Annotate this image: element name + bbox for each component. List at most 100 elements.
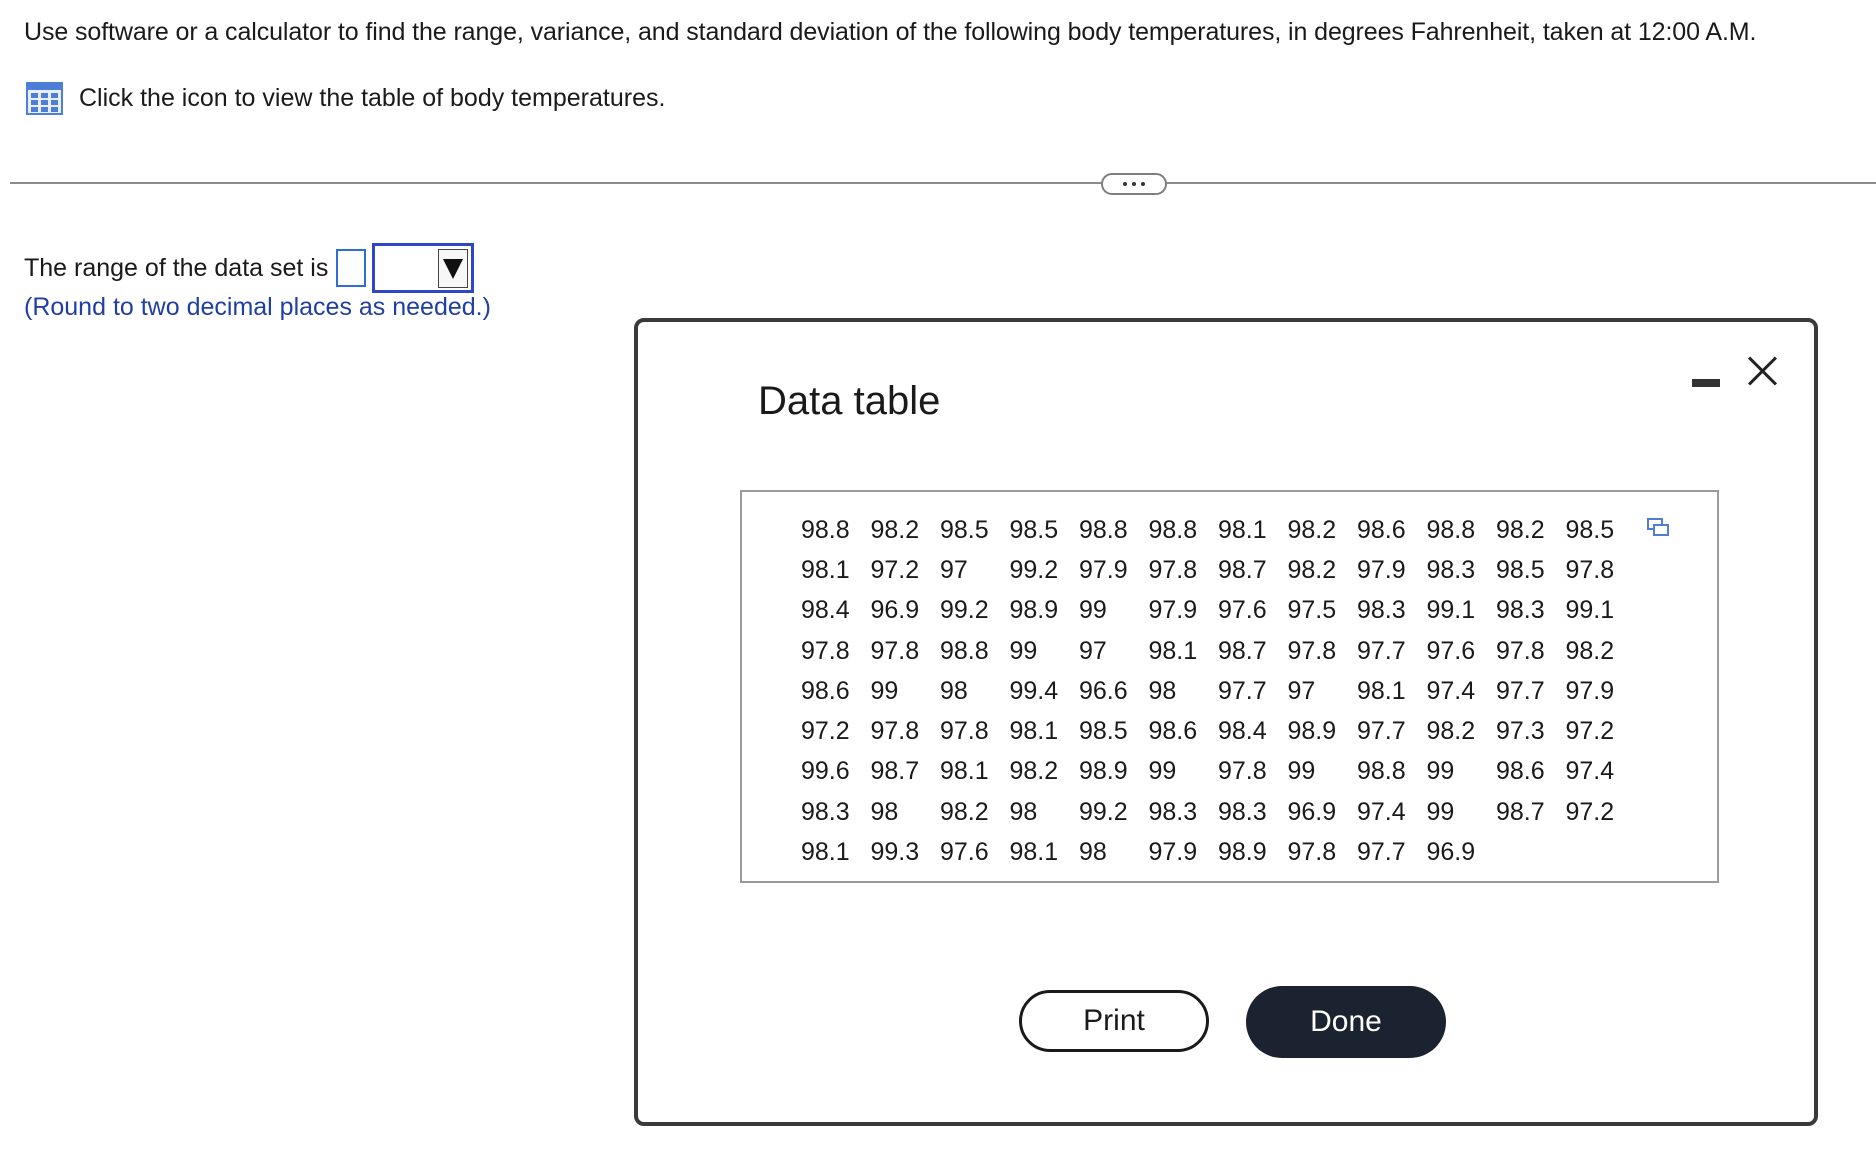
table-cell: 97.7 [1357, 717, 1406, 746]
table-cell: 98.3 [1218, 797, 1267, 826]
table-cell: 98.9 [1218, 838, 1267, 867]
unit-dropdown[interactable] [372, 243, 475, 293]
table-cell: 98.2 [1009, 757, 1059, 786]
table-cell: 98.2 [1565, 636, 1615, 665]
table-cell: 96.6 [1079, 676, 1128, 705]
copy-icon[interactable] [1646, 516, 1670, 540]
table-cell: 97 [1287, 676, 1316, 705]
table-cell: 97.2 [1565, 797, 1615, 826]
table-cell: 98.6 [801, 676, 850, 705]
table-cell: 97.2 [801, 717, 850, 746]
table-cell: 97.8 [1148, 555, 1198, 584]
ellipsis-icon [1123, 182, 1127, 186]
table-cell: 98.2 [1287, 515, 1337, 544]
table-cell: 98.2 [1496, 515, 1545, 544]
table-cell: 97.8 [870, 636, 920, 665]
table-cell: 98.8 [940, 636, 989, 665]
ellipsis-dot [1132, 182, 1136, 186]
table-cell: 99 [1079, 596, 1107, 625]
table-cell: 98.8 [1148, 515, 1198, 544]
table-cell: 98.5 [1565, 515, 1615, 544]
table-cell: 97.4 [1565, 757, 1615, 786]
grid-table-icon[interactable] [26, 82, 63, 115]
close-icon[interactable] [1744, 352, 1780, 388]
table-cell: 98.2 [940, 797, 989, 826]
table-cell: 98.6 [1148, 717, 1198, 746]
table-cell: 98 [1148, 676, 1177, 705]
table-cell: 99 [1148, 757, 1177, 786]
table-cell: 98.2 [1287, 555, 1337, 584]
table-cell: 97.6 [1218, 596, 1267, 625]
table-row: 99.6 98.7 98.1 98.2 98.9 99 97.8 99 98.8 99 98.6 97… [801, 752, 1635, 792]
table-cell: 97.8 [1496, 636, 1545, 665]
table-cell: 99 [1426, 757, 1455, 786]
table-cell: 99.1 [1565, 596, 1615, 625]
table-cell: 97.7 [1357, 838, 1406, 867]
table-row: 98.1 99.3 97.6 98.1 98 97.9 98.9 97.8 97.7 96.9 [801, 832, 1635, 872]
table-cell: 97.6 [940, 838, 989, 867]
table-cell: 98.1 [1009, 717, 1059, 746]
table-cell: 98.9 [1079, 757, 1128, 786]
table-cell: 97.3 [1496, 717, 1545, 746]
table-cell: 99.2 [1009, 555, 1059, 584]
table-cell: 98.7 [1218, 636, 1267, 665]
table-cell: 97.9 [1565, 676, 1615, 705]
table-cell: 98.9 [1287, 717, 1337, 746]
table-cell: 98.3 [1357, 596, 1406, 625]
table-cell: 98 [1079, 838, 1107, 867]
table-cell: 97.6 [1426, 636, 1476, 665]
section-divider [10, 182, 1876, 184]
table-cell: 98.7 [1218, 555, 1267, 584]
table-cell: 99.3 [870, 838, 920, 867]
table-cell: 97 [940, 555, 968, 584]
table-cell: 97.7 [1218, 676, 1267, 705]
table-cell: 98.9 [1009, 596, 1059, 625]
table-row: 97.8 97.8 98.8 99 97 98.1 98.7 97.8 97.7 97.6 97.8… [801, 631, 1635, 671]
table-cell: 98.5 [1079, 717, 1128, 746]
data-table-dialog: Data table 98.8 98.2 98.5 98.5 98.8 98.8 98.1 9… [634, 318, 1818, 1126]
table-cell: 98.3 [801, 797, 850, 826]
range-input[interactable] [336, 249, 367, 287]
table-cell: 98.8 [1079, 515, 1128, 544]
table-cell: 97.5 [1287, 596, 1337, 625]
table-cell: 98 [940, 676, 968, 705]
table-cell: 99 [1287, 757, 1316, 786]
table-row: 97.2 97.8 97.8 98.1 98.5 98.6 98.4 98.9 97.7 98.2… [801, 711, 1635, 751]
table-cell: 98.3 [1496, 596, 1545, 625]
table-cell: 98.8 [801, 515, 850, 544]
table-row: 98.4 96.9 99.2 98.9 99 97.9 97.6 97.5 98.3 99.1 98… [801, 591, 1635, 631]
range-answer-row: The range of the data set is [24, 243, 475, 293]
print-button[interactable]: Print [1019, 990, 1209, 1052]
range-label: The range of the data set is [24, 253, 329, 282]
round-note: (Round to two decimal places as needed.) [24, 293, 491, 321]
table-cell: 97.7 [1496, 676, 1545, 705]
table-cell: 98.1 [1218, 515, 1267, 544]
table-cell: 97.2 [870, 555, 920, 584]
temperature-table: 98.8 98.2 98.5 98.5 98.8 98.8 98.1 98.2 98.6 98.8… [801, 510, 1635, 873]
table-cell: 97.2 [1565, 717, 1615, 746]
done-button[interactable]: Done [1246, 986, 1446, 1058]
table-cell: 99.2 [1079, 797, 1128, 826]
table-cell: 98.5 [1496, 555, 1545, 584]
minimize-button[interactable] [1692, 373, 1722, 393]
ellipsis-dot [1141, 182, 1145, 186]
view-table-link[interactable]: Click the icon to view the table of body… [26, 82, 665, 115]
table-cell: 97.9 [1148, 838, 1198, 867]
table-cell: 98.1 [801, 555, 850, 584]
table-cell: 97.8 [870, 717, 920, 746]
table-cell: 98 [870, 797, 899, 826]
table-cell: 98.7 [870, 757, 920, 786]
dropdown-arrow-button[interactable] [438, 249, 469, 288]
expand-button[interactable] [1101, 173, 1167, 195]
table-cell: 98.3 [1148, 797, 1198, 826]
table-cell: 99 [870, 676, 899, 705]
data-table-box: 98.8 98.2 98.5 98.5 98.8 98.8 98.1 98.2 98.6 98.8… [740, 490, 1719, 883]
table-cell: 98.8 [1357, 757, 1406, 786]
table-cell: 97.8 [1218, 757, 1267, 786]
table-cell: 98.2 [870, 515, 920, 544]
table-cell: 97.8 [940, 717, 989, 746]
view-table-text[interactable]: Click the icon to view the table of body… [79, 84, 665, 113]
table-cell: 99.1 [1426, 596, 1476, 625]
table-cell: 98.5 [1009, 515, 1059, 544]
table-cell: 98.1 [1009, 838, 1059, 867]
